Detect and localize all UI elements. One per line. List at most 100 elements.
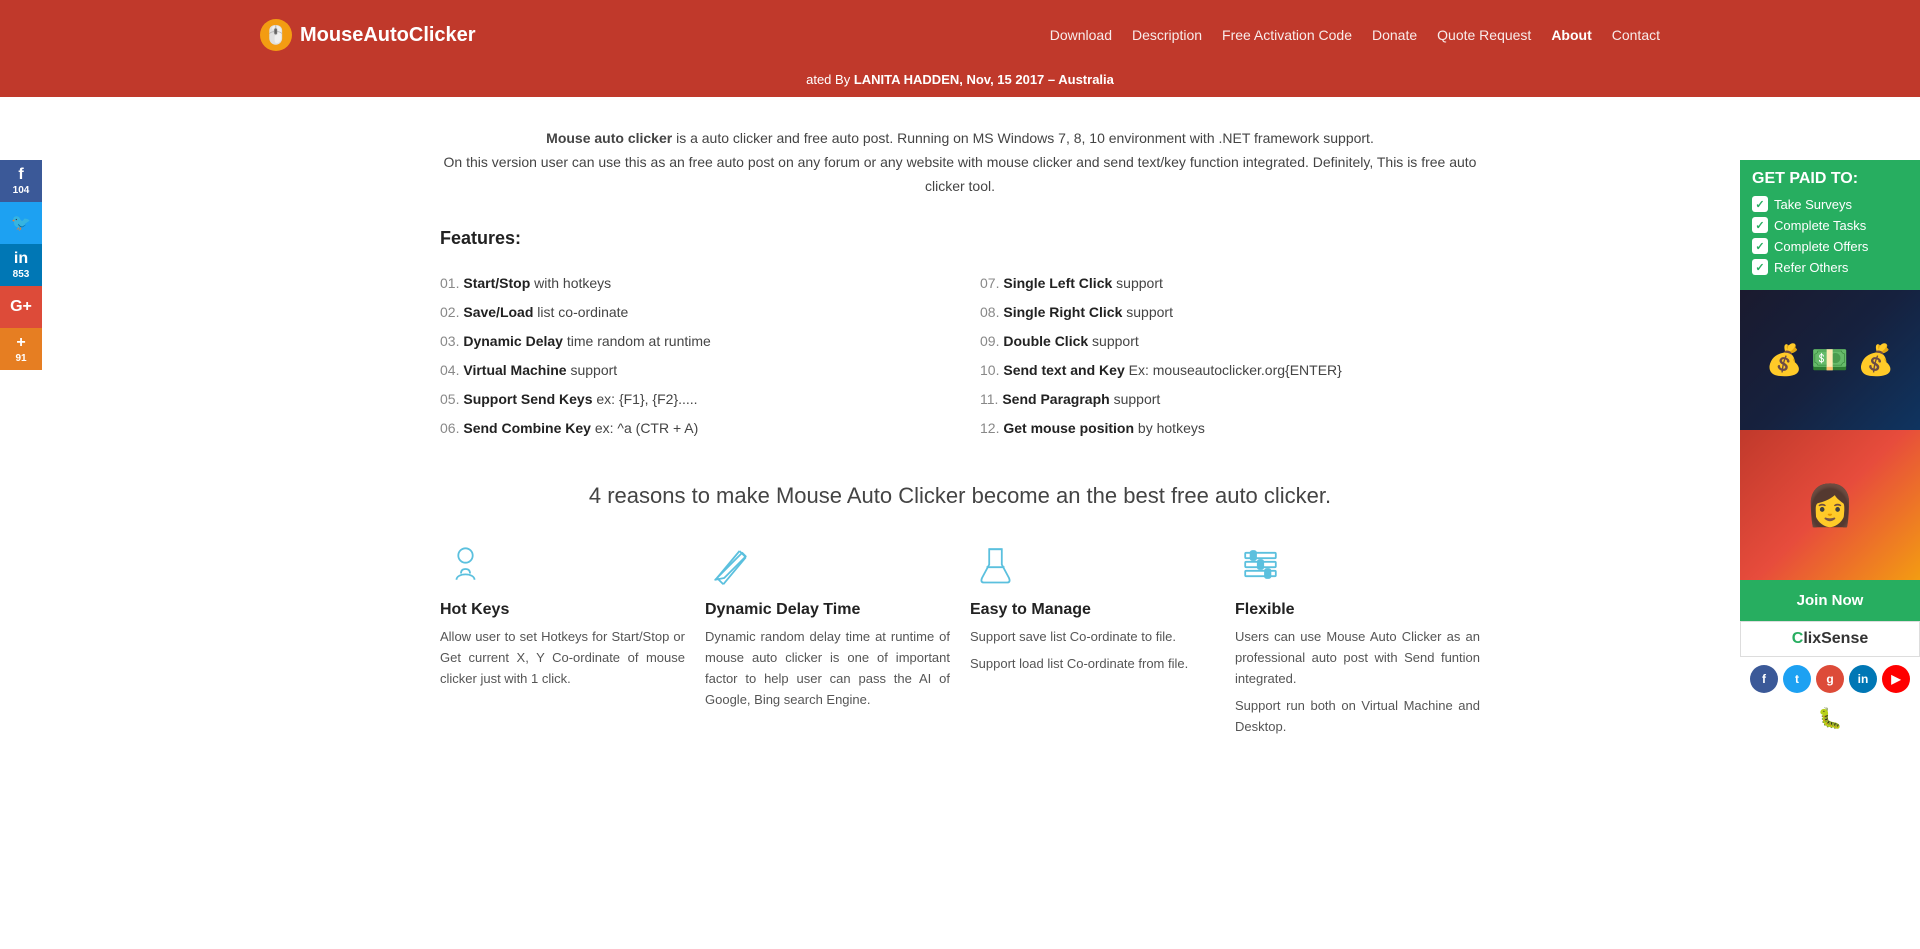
intro-paragraph-2: On this version user can use this as an … <box>440 151 1480 199</box>
bottom-linkedin-icon[interactable]: in <box>1849 665 1877 693</box>
reasons-section: 4 reasons to make Mouse Auto Clicker bec… <box>440 483 1480 743</box>
features-right-column: 07. Single Left Click support08. Single … <box>980 269 1480 443</box>
nav-item-free-activation-code[interactable]: Free Activation Code <box>1222 27 1352 43</box>
linkedin-button[interactable]: in 853 <box>0 244 42 286</box>
money-image: 💰 💵 💰 <box>1740 290 1920 430</box>
header-sub: ated By LANITA HADDEN, Nov, 15 2017 – Au… <box>0 70 1920 97</box>
header-sub-text: ated By <box>806 72 854 87</box>
nav: Download Description Free Activation Code D… <box>1050 27 1660 43</box>
intro-section: Mouse auto clicker is a auto clicker and… <box>440 127 1480 198</box>
right-sidebar: GET PAID TO: Take Surveys Complete Tasks… <box>1740 160 1920 736</box>
join-now-button[interactable]: Join Now <box>1740 580 1920 621</box>
flexible-icon <box>1235 539 1285 589</box>
twitter-button[interactable]: 🐦 <box>0 202 42 244</box>
reasons-title: 4 reasons to make Mouse Auto Clicker bec… <box>440 483 1480 509</box>
get-paid-item-surveys: Take Surveys <box>1752 196 1908 212</box>
reasons-grid: Hot Keys Allow user to set Hotkeys for S… <box>440 539 1480 743</box>
main-content: Mouse auto clicker is a auto clicker and… <box>360 97 1560 813</box>
feature-left-2: 03. Dynamic Delay time random at runtime <box>440 327 940 356</box>
woman-image: 👩 <box>1740 430 1920 580</box>
sense-text: Sense <box>1821 630 1868 647</box>
surveys-label: Take Surveys <box>1774 197 1852 212</box>
hotkeys-icon <box>440 539 490 589</box>
features-section: Features: 01. Start/Stop with hotkeys02.… <box>440 228 1480 443</box>
feature-right-4: 11. Send Paragraph support <box>980 385 1480 414</box>
features-left-column: 01. Start/Stop with hotkeys02. Save/Load… <box>440 269 940 443</box>
nav-item-download[interactable]: Download <box>1050 27 1112 43</box>
nav-item-quote-request[interactable]: Quote Request <box>1437 27 1531 43</box>
googleplus-button[interactable]: G+ <box>0 286 42 328</box>
reason-item-3: Flexible Users can use Mouse Auto Clicke… <box>1235 539 1480 743</box>
features-title: Features: <box>440 228 1480 249</box>
refer-label: Refer Others <box>1774 260 1848 275</box>
reason-title-0: Hot Keys <box>440 601 685 619</box>
twitter-icon: 🐦 <box>11 213 31 233</box>
check-surveys <box>1752 196 1768 212</box>
bug-icon: 🐛 <box>1818 706 1843 731</box>
feature-left-5: 06. Send Combine Key ex: ^a (CTR + A) <box>440 414 940 443</box>
reason-item-1: Dynamic Delay Time Dynamic random delay … <box>705 539 950 743</box>
nav-item-donate[interactable]: Donate <box>1372 27 1417 43</box>
feature-left-0: 01. Start/Stop with hotkeys <box>440 269 940 298</box>
facebook-icon: f <box>18 166 23 184</box>
nav-item-contact[interactable]: Contact <box>1612 27 1660 43</box>
bug-icon-container: 🐛 <box>1740 701 1920 736</box>
manage-icon <box>970 539 1020 589</box>
nav-item-description[interactable]: Description <box>1132 27 1202 43</box>
reason-desc-1: Dynamic random delay time at runtime of … <box>705 627 950 710</box>
bottom-googleplus-icon[interactable]: g <box>1816 665 1844 693</box>
linkedin-icon: in <box>14 250 28 268</box>
logo-text: MouseAutoClicker <box>300 24 476 47</box>
feature-right-5: 12. Get mouse position by hotkeys <box>980 414 1480 443</box>
intro-paragraph-1: Mouse auto clicker is a auto clicker and… <box>440 127 1480 151</box>
bottom-twitter-icon[interactable]: t <box>1783 665 1811 693</box>
reason-item-0: Hot Keys Allow user to set Hotkeys for S… <box>440 539 685 743</box>
feature-right-2: 09. Double Click support <box>980 327 1480 356</box>
woman-icon: 👩 <box>1805 482 1855 529</box>
logo[interactable]: 🖱️ MouseAutoClicker <box>260 19 476 51</box>
feature-left-3: 04. Virtual Machine support <box>440 356 940 385</box>
intro-bold: Mouse auto clicker <box>546 130 672 146</box>
reason-title-2: Easy to Manage <box>970 601 1215 619</box>
facebook-button[interactable]: f 104 <box>0 160 42 202</box>
clix-text: C <box>1792 630 1804 647</box>
feature-left-4: 05. Support Send Keys ex: {F1}, {F2}....… <box>440 385 940 414</box>
get-paid-item-offers: Complete Offers <box>1752 238 1908 254</box>
social-icons-bottom: f t g in ▶ <box>1740 657 1920 701</box>
check-tasks <box>1752 217 1768 233</box>
reason-title-3: Flexible <box>1235 601 1480 619</box>
facebook-count: 104 <box>13 185 30 196</box>
linkedin-count: 853 <box>13 269 30 280</box>
clixsense-logo: ClixSense <box>1740 621 1920 657</box>
features-grid: 01. Start/Stop with hotkeys02. Save/Load… <box>440 269 1480 443</box>
get-paid-title: GET PAID TO: <box>1752 170 1908 188</box>
logo-icon: 🖱️ <box>260 19 292 51</box>
plus-icon: + <box>16 334 25 352</box>
reason-desc-0: Allow user to set Hotkeys for Start/Stop… <box>440 627 685 689</box>
feature-right-0: 07. Single Left Click support <box>980 269 1480 298</box>
nav-item-about[interactable]: About <box>1551 27 1591 43</box>
reason-desc-3: Users can use Mouse Auto Clicker as an p… <box>1235 627 1480 737</box>
money-icon: 💰 💵 💰 <box>1766 343 1895 378</box>
reason-title-1: Dynamic Delay Time <box>705 601 950 619</box>
bottom-youtube-icon[interactable]: ▶ <box>1882 665 1910 693</box>
reason-item-2: Easy to Manage Support save list Co-ordi… <box>970 539 1215 743</box>
get-paid-box: GET PAID TO: Take Surveys Complete Tasks… <box>1740 160 1920 290</box>
googleplus-icon: G+ <box>10 298 32 316</box>
header: 🖱️ MouseAutoClicker Download Description F… <box>0 0 1920 70</box>
feature-right-3: 10. Send text and Key Ex: mouseautoclick… <box>980 356 1480 385</box>
get-paid-item-refer: Refer Others <box>1752 259 1908 275</box>
delay-icon <box>705 539 755 589</box>
plus-button[interactable]: + 91 <box>0 328 42 370</box>
reason-desc-2: Support save list Co-ordinate to file.Su… <box>970 627 1215 675</box>
header-sub-author: LANITA HADDEN, Nov, 15 2017 – Australia <box>854 72 1114 87</box>
check-refer <box>1752 259 1768 275</box>
bottom-facebook-icon[interactable]: f <box>1750 665 1778 693</box>
lix-text: lix <box>1803 630 1821 647</box>
feature-left-1: 02. Save/Load list co-ordinate <box>440 298 940 327</box>
feature-right-1: 08. Single Right Click support <box>980 298 1480 327</box>
tasks-label: Complete Tasks <box>1774 218 1866 233</box>
check-offers <box>1752 238 1768 254</box>
offers-label: Complete Offers <box>1774 239 1868 254</box>
intro-text-1: is a auto clicker and free auto post. Ru… <box>672 130 1374 146</box>
